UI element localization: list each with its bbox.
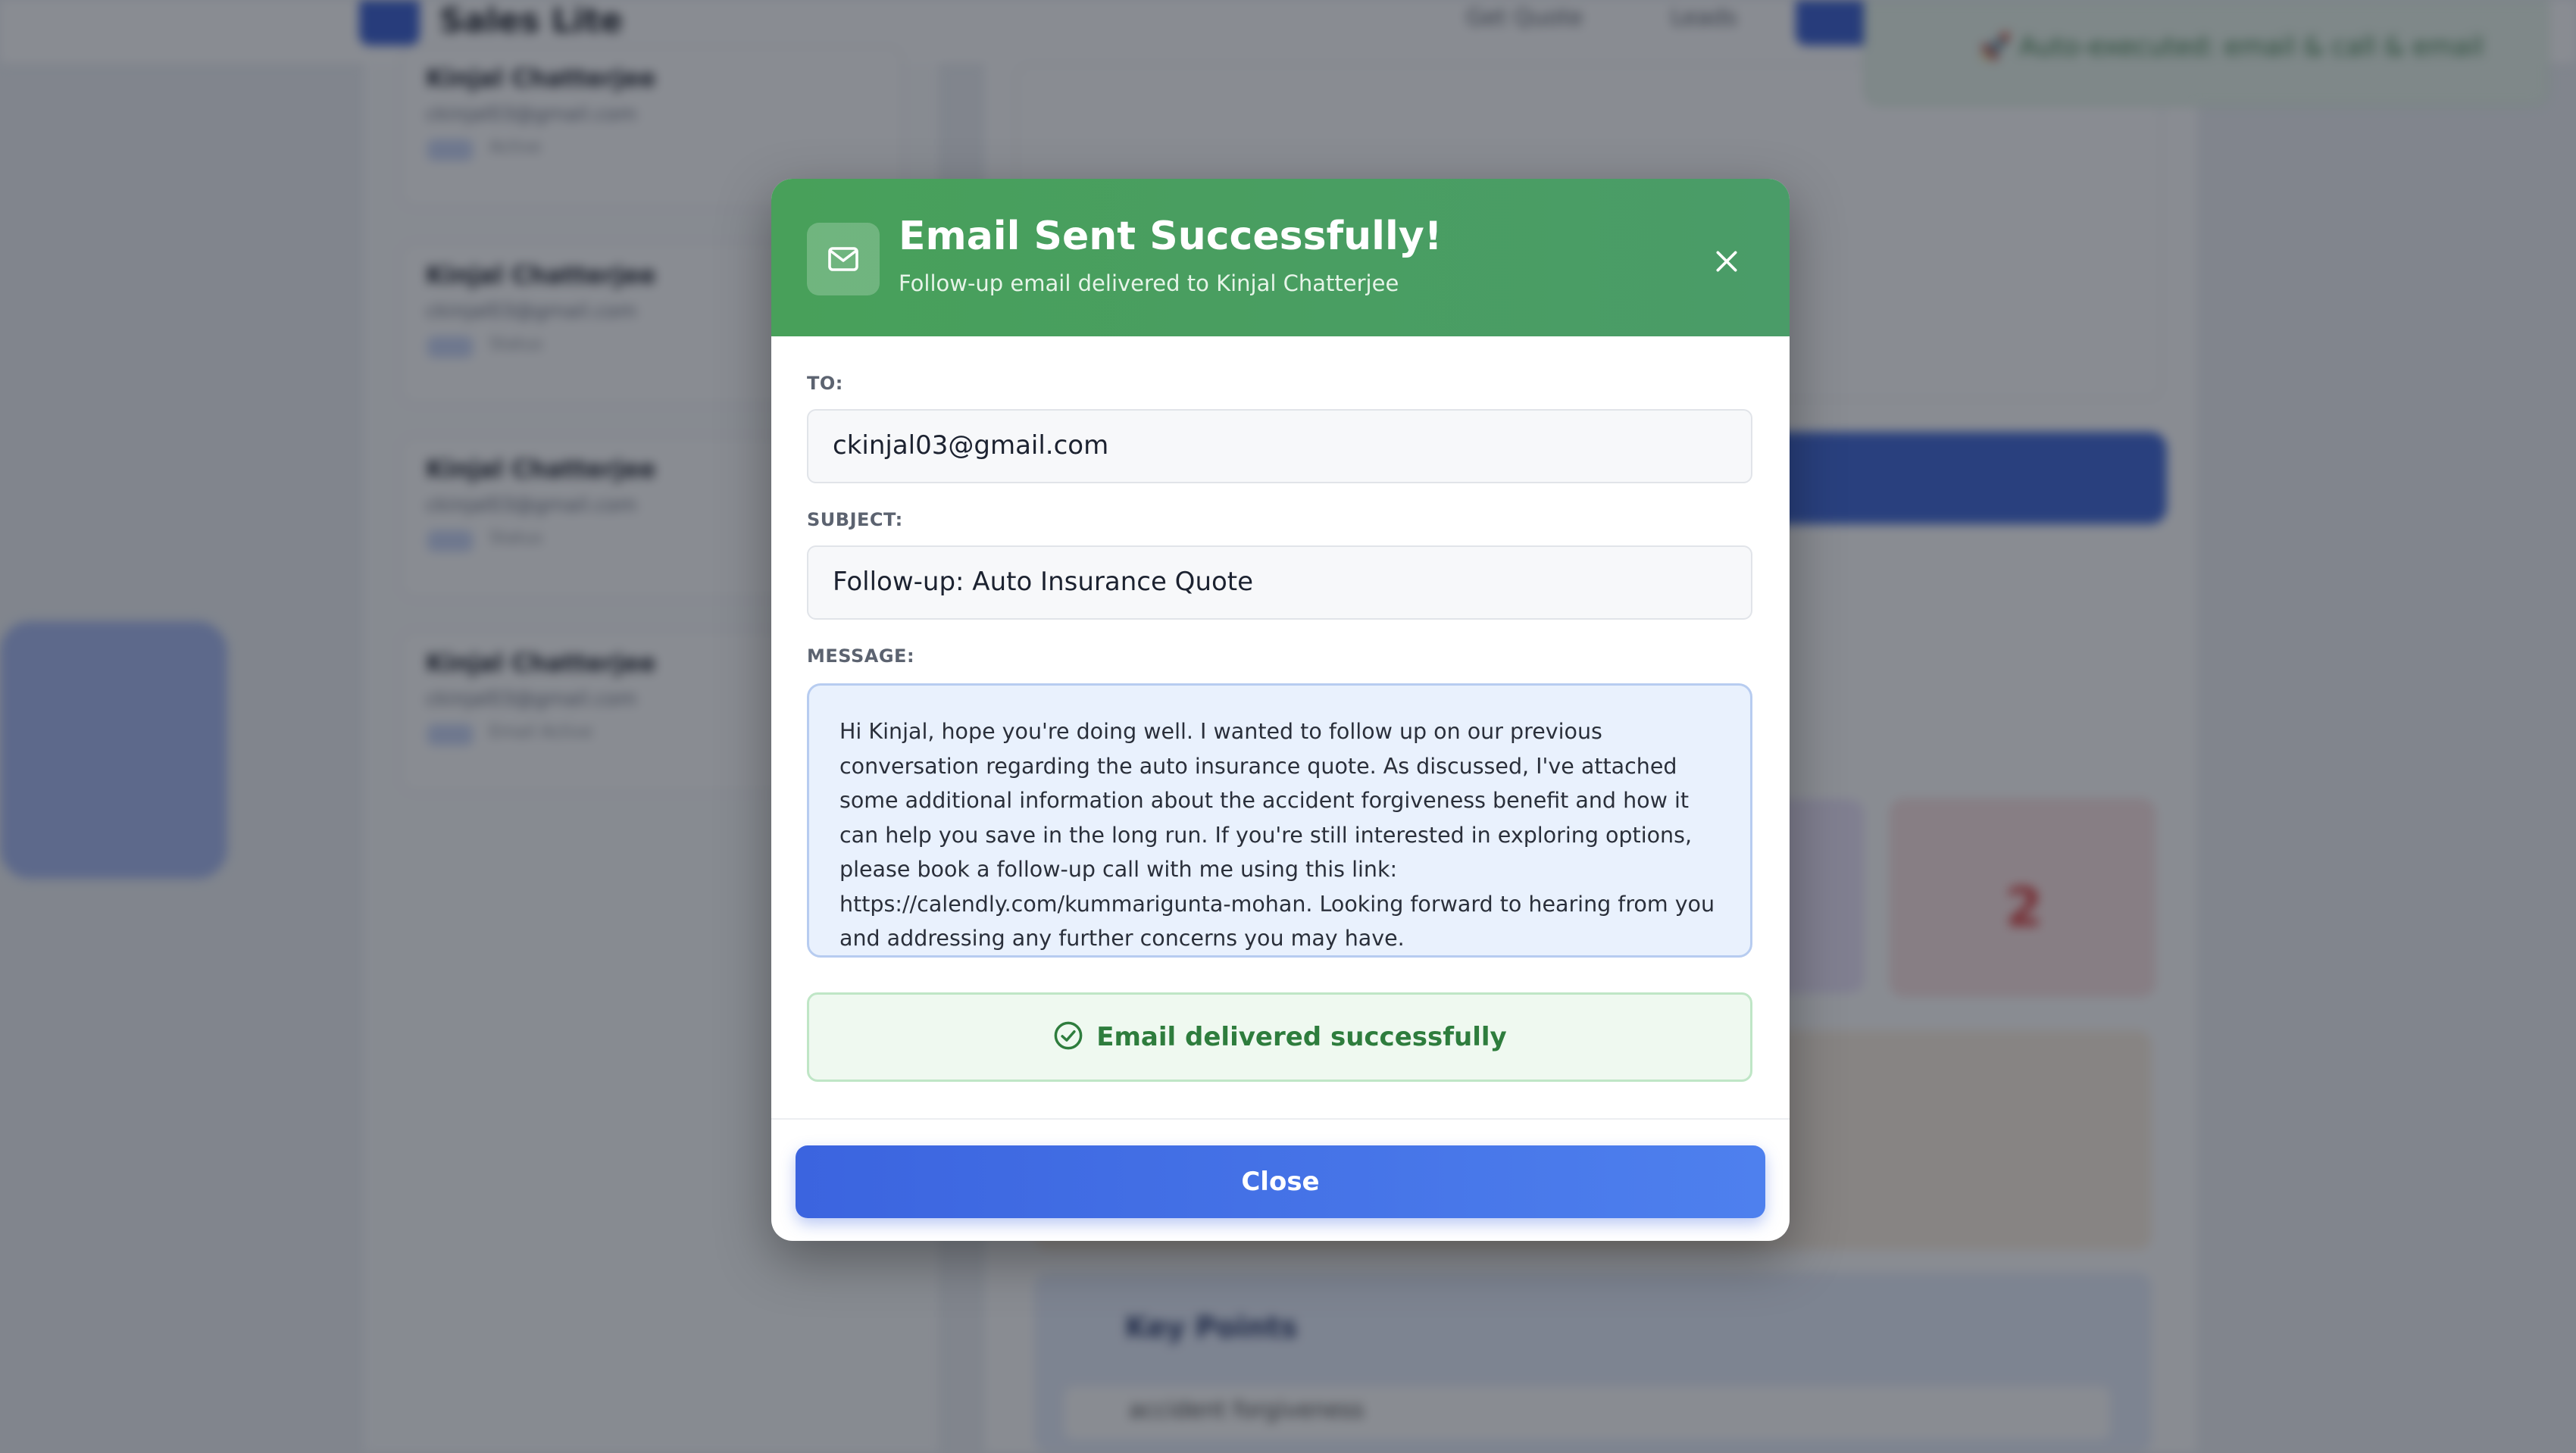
modal-header: Email Sent Successfully! Follow-up email… (771, 179, 1790, 336)
close-icon[interactable] (1708, 242, 1746, 280)
check-circle-icon (1052, 1020, 1084, 1055)
to-field: ckinjal03@gmail.com (807, 409, 1752, 483)
delivery-status-text: Email delivered successfully (1096, 1022, 1507, 1052)
close-button[interactable]: Close (796, 1145, 1765, 1218)
mail-icon (807, 223, 880, 295)
delivery-status-banner: Email delivered successfully (807, 992, 1752, 1082)
subject-label: SUBJECT: (807, 509, 903, 530)
message-body: Hi Kinjal, hope you're doing well. I wan… (807, 683, 1752, 958)
subject-field: Follow-up: Auto Insurance Quote (807, 545, 1752, 620)
modal-subtitle: Follow-up email delivered to Kinjal Chat… (899, 270, 1399, 296)
to-label: TO: (807, 373, 843, 394)
email-sent-modal: Email Sent Successfully! Follow-up email… (771, 179, 1790, 1241)
modal-title: Email Sent Successfully! (899, 214, 1443, 259)
message-label: MESSAGE: (807, 645, 915, 667)
footer-divider (771, 1118, 1790, 1120)
